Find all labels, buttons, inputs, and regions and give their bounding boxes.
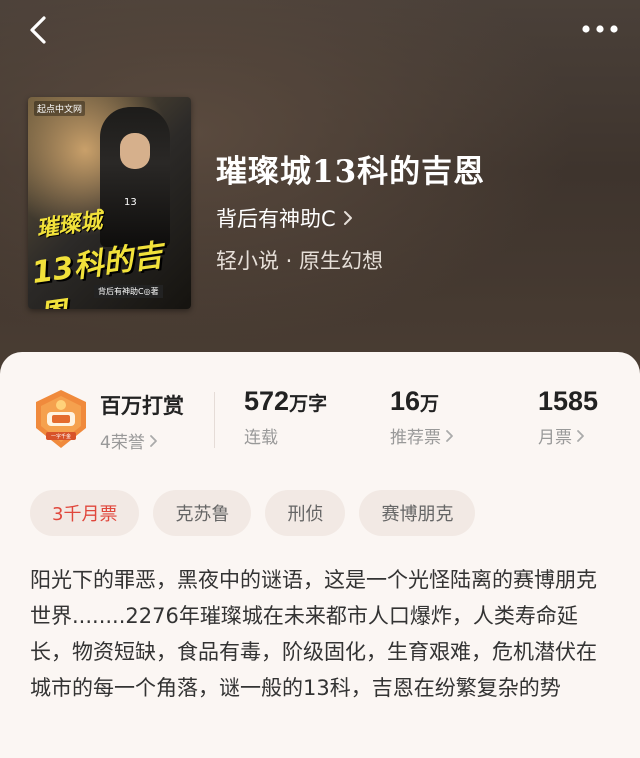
badge-text: 一字千金 bbox=[51, 433, 71, 440]
reward-title: 百万打赏 bbox=[100, 394, 184, 418]
tag-cyberpunk[interactable]: 赛博朋克 bbox=[359, 490, 476, 536]
book-genre: 轻小说 · 原生幻想 bbox=[216, 249, 384, 273]
word-count-stat: 572万字 连载 bbox=[244, 386, 327, 448]
author-name: 背后有神助C bbox=[216, 207, 336, 231]
cover-author-credit: 背后有神助C◎著 bbox=[94, 285, 163, 298]
cover-title-line1: 璀璨城 bbox=[34, 208, 104, 243]
cover-face bbox=[120, 133, 150, 169]
chevron-right-icon bbox=[149, 434, 157, 447]
recommend-stat[interactable]: 16万 推荐票 bbox=[390, 386, 454, 448]
recommend-unit: 万 bbox=[420, 393, 440, 415]
reward-honors-link[interactable]: 4荣誉 bbox=[100, 428, 158, 453]
author-link[interactable]: 背后有神助C bbox=[216, 203, 354, 233]
tag-cthulhu[interactable]: 克苏鲁 bbox=[153, 490, 252, 536]
word-count-label: 连载 bbox=[244, 428, 278, 448]
book-title: 璀璨城13科的吉恩 bbox=[216, 154, 486, 190]
monthly-ticket-value: 1585 bbox=[538, 386, 599, 416]
more-dots-icon[interactable] bbox=[580, 18, 620, 40]
reward-honors: 4荣誉 bbox=[100, 433, 145, 453]
word-count-unit: 万字 bbox=[289, 393, 328, 415]
back-chevron-left-icon[interactable] bbox=[22, 12, 58, 48]
cover-figure bbox=[100, 107, 170, 247]
stats-divider bbox=[214, 392, 215, 448]
monthly-ticket-label: 月票 bbox=[538, 428, 572, 448]
monthly-ticket-stat[interactable]: 1585 月票 bbox=[538, 386, 598, 448]
tag-list: 3千月票 克苏鲁 刑侦 赛博朋克 bbox=[30, 490, 476, 536]
book-description[interactable]: 阳光下的罪恶，黑夜中的谜语，这是一个光怪陆离的赛博朋克世界........227… bbox=[30, 562, 614, 706]
cover-volume: 13 bbox=[124, 197, 137, 208]
tag-monthly-tickets[interactable]: 3千月票 bbox=[30, 490, 140, 536]
chevron-right-icon bbox=[577, 429, 584, 442]
cover-publisher: 起点中文网 bbox=[34, 101, 86, 116]
reward-badge-icon[interactable]: 一字千金 bbox=[32, 388, 90, 450]
recommend-value: 16 bbox=[390, 386, 421, 416]
word-count-value: 572 bbox=[244, 386, 290, 416]
chevron-right-icon bbox=[446, 429, 453, 442]
tag-detective[interactable]: 刑侦 bbox=[265, 490, 346, 536]
book-cover[interactable]: 起点中文网 13 璀璨城 13科的吉恩 背后有神助C◎著 bbox=[28, 97, 191, 309]
recommend-label: 推荐票 bbox=[390, 428, 441, 448]
chevron-right-icon bbox=[343, 211, 352, 225]
